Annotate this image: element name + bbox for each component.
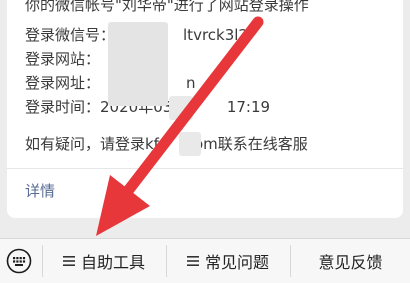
site-line: 登录网站： [25, 50, 100, 68]
menu-item-label: 常见问题 [204, 253, 269, 272]
bottom-menu-bar: 自助工具 常见问题 意见反馈 [0, 238, 410, 283]
time-label: 登录时间： [25, 98, 101, 116]
redaction-block-contact [179, 132, 201, 156]
message-card: 你的微信帐号"刘华帝"进行了网站登录操作 登录微信号： ltvrck3l2 登录网… [7, 0, 403, 218]
keyboard-icon[interactable] [6, 248, 32, 274]
contact-line: 如有疑问，请登录kf .com联系在线客服 [25, 135, 308, 153]
card-divider [7, 168, 403, 169]
menu-item-feedback[interactable]: 意见反馈 [291, 239, 410, 283]
menu-item-label: 自助工具 [80, 253, 145, 272]
url-label: 登录网址： [25, 74, 101, 92]
url-value-tail: n [186, 74, 196, 92]
time-value-end: 17:19 [226, 98, 271, 116]
menu-item-faq[interactable]: 常见问题 [167, 239, 289, 283]
contact-text-start: 如有疑问，请登录kf [25, 135, 159, 153]
account-value: ltvrck3l2 [183, 26, 248, 44]
account-label: 登录微信号： [25, 26, 116, 44]
hamburger-icon [62, 256, 75, 266]
redaction-block-primary [108, 22, 168, 106]
hamburger-icon [186, 256, 199, 266]
site-label: 登录网站： [25, 50, 101, 68]
message-intro-text: 你的微信帐号"刘华帝"进行了网站登录操作 [25, 0, 309, 14]
menu-item-label: 意见反馈 [318, 253, 383, 272]
detail-link[interactable]: 详情 [25, 180, 55, 201]
menu-item-self-service-tools[interactable]: 自助工具 [43, 239, 165, 283]
redaction-block-time [169, 96, 193, 120]
